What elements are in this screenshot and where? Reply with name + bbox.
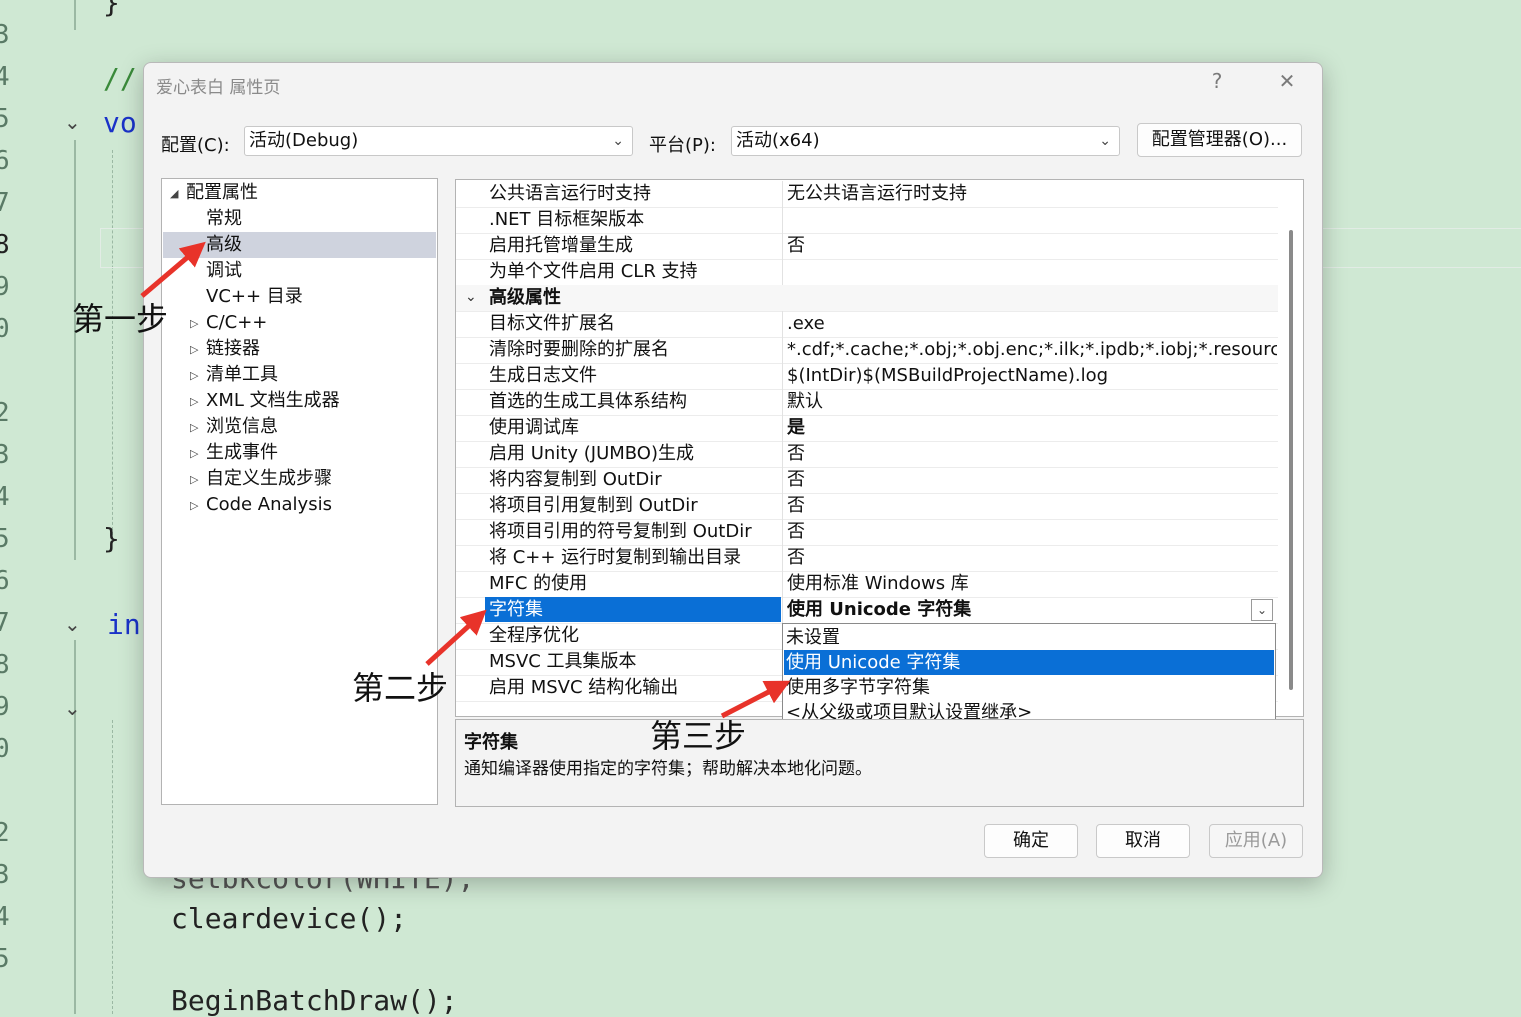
arrow-step1 — [140, 241, 206, 298]
arrow-step2 — [425, 609, 487, 666]
annotation-arrows — [140, 241, 791, 719]
arrow-step3 — [720, 680, 791, 719]
